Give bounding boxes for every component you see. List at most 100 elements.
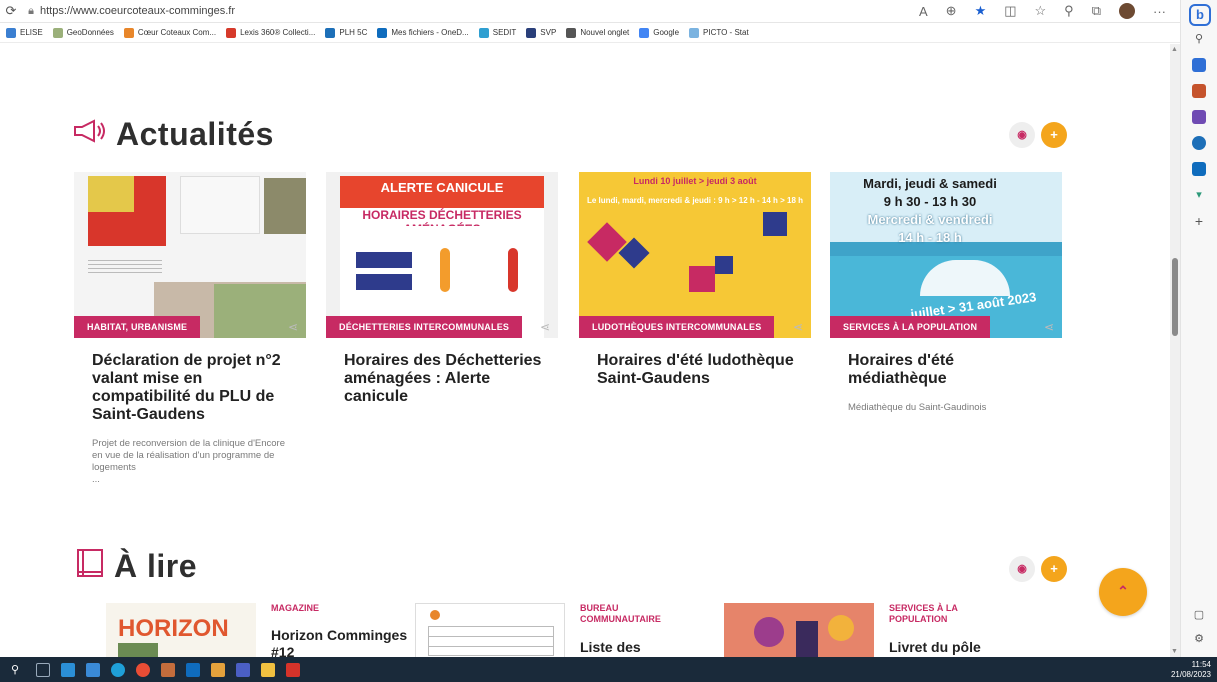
bookmark-icon [566, 27, 577, 38]
bookmark-label: Nouvel onglet [580, 28, 630, 37]
scroll-down-icon[interactable]: ▼ [1171, 648, 1178, 655]
bookmark-item[interactable]: Google [639, 27, 679, 38]
explorer-icon[interactable] [211, 662, 225, 677]
read-title[interactable]: Livret du pôle [889, 639, 1029, 656]
more-actualites-button[interactable]: + [1041, 122, 1067, 148]
bookmark-item[interactable]: Nouvel onglet [566, 27, 630, 38]
scroll-up-icon[interactable]: ▲ [1171, 46, 1178, 53]
url-field[interactable]: https://www.coeurcoteaux-comminges.fr [40, 5, 919, 17]
pdf-icon[interactable] [286, 662, 300, 677]
category-badge[interactable]: LUDOTHÈQUES INTERCOMMUNALES [579, 316, 775, 338]
office-icon[interactable] [1192, 136, 1206, 150]
tag-icon[interactable] [1192, 58, 1206, 72]
bookmark-item[interactable]: PLH 5C [325, 27, 368, 38]
news-thumbnail[interactable]: ALERTE CANICULE HORAIRES DÉCHETTERIES AM… [326, 172, 558, 338]
read-title[interactable]: Horizon Comminges #12 [271, 627, 411, 657]
page-scrollbar[interactable]: ▲ ▼ [1170, 44, 1180, 657]
news-thumbnail[interactable]: HABITAT, URBANISME ⋖ [74, 172, 306, 338]
news-card[interactable]: Mardi, jeudi & samedi 9 h 30 - 13 h 30 M… [830, 172, 1062, 414]
widgets-icon[interactable] [61, 662, 75, 677]
outlook-icon[interactable] [186, 662, 200, 677]
share-icon[interactable]: ⋖ [1044, 320, 1054, 334]
task-view-icon[interactable] [36, 662, 50, 677]
read-title[interactable]: Liste des [580, 639, 720, 656]
magazine-logo: HORIZON [118, 615, 229, 642]
share-icon[interactable]: ⋖ [793, 320, 803, 334]
bookmark-icon [123, 27, 134, 38]
bookmark-label: PLH 5C [339, 28, 368, 37]
bing-icon[interactable]: b [1189, 4, 1211, 26]
news-thumbnail[interactable]: Lundi 10 juillet > jeudi 3 août Le lundi… [579, 172, 811, 338]
briefcase-icon[interactable] [1192, 84, 1206, 98]
bookmark-item[interactable]: SEDIT [478, 27, 517, 38]
edge-icon[interactable] [111, 662, 125, 677]
refresh-icon[interactable]: ⟳ [0, 3, 22, 19]
clock-date: 21/08/2023 [1170, 670, 1211, 679]
actualites-header: Actualités [72, 116, 274, 153]
settings-gear-icon[interactable]: ⚙ [1192, 632, 1206, 646]
news-card[interactable]: Lundi 10 juillet > jeudi 3 août Le lundi… [579, 172, 811, 388]
news-thumbnail[interactable]: Mardi, jeudi & samedi 9 h 30 - 13 h 30 M… [830, 172, 1062, 338]
read-thumbnail[interactable] [724, 603, 874, 657]
news-title[interactable]: Horaires d'été médiathèque [830, 352, 1062, 388]
share-icon[interactable]: ⋖ [288, 320, 298, 334]
bookmark-item[interactable]: SVP [526, 27, 556, 38]
read-thumbnail[interactable] [415, 603, 565, 657]
search-icon[interactable]: ⚲ [11, 663, 25, 677]
share-icon[interactable]: ⋖ [540, 320, 550, 334]
teams-icon[interactable] [236, 662, 250, 677]
bookmark-icon [639, 27, 650, 38]
alire-actions: ◉ + [1009, 556, 1067, 582]
add-icon[interactable]: + [1192, 214, 1206, 228]
news-card[interactable]: ALERTE CANICULE HORAIRES DÉCHETTERIES AM… [326, 172, 558, 406]
sidebar-toggle-icon[interactable]: ▢ [1192, 608, 1206, 622]
news-title[interactable]: Déclaration de projet n°2 valant mise en… [74, 352, 306, 424]
bookmark-item[interactable]: Lexis 360® Collecti... [226, 27, 315, 38]
bookmark-label: PICTO - Stat [703, 28, 749, 37]
app-icon[interactable] [161, 662, 175, 677]
category-badge[interactable]: SERVICES À LA POPULATION [830, 316, 991, 338]
more-icon[interactable]: ··· [1153, 4, 1166, 19]
read-category: SERVICES À LA POPULATION [889, 603, 958, 624]
read-thumbnail[interactable]: HORIZON [106, 603, 256, 657]
bookmark-item[interactable]: Mes fichiers - OneD... [377, 27, 469, 38]
news-title[interactable]: Horaires des Déchetteries aménagées : Al… [326, 352, 558, 406]
bookmark-item[interactable]: ELISE [6, 27, 43, 38]
actualites-actions: ◉ + [1009, 122, 1067, 148]
bookmark-item[interactable]: PICTO - Stat [689, 27, 749, 38]
edge-sidebar: b ⚲ ▾ + ▢ ⚙ [1180, 0, 1217, 657]
bookmark-item[interactable]: GeoDonnées [52, 27, 114, 38]
extensions-icon[interactable]: ⚲ [1064, 3, 1074, 19]
category-badge[interactable]: HABITAT, URBANISME [74, 316, 201, 338]
search-icon[interactable]: ⚲ [1192, 32, 1206, 46]
favorite-star-icon[interactable]: ★ [975, 3, 987, 19]
system-clock[interactable]: 11:54 21/08/2023 [1171, 660, 1211, 680]
scroll-to-top-button[interactable]: ⌃ [1099, 568, 1147, 616]
split-screen-icon[interactable]: ◫ [1004, 3, 1016, 19]
chrome-icon[interactable] [136, 662, 150, 677]
bookmark-icon [478, 27, 489, 38]
mail-icon[interactable] [86, 662, 100, 677]
section-title-actualites: Actualités [116, 116, 274, 152]
news-card[interactable]: HABITAT, URBANISME ⋖ Déclaration de proj… [74, 172, 306, 486]
page-content: Actualités ◉ + HABITAT, URBANISME ⋖ Décl… [0, 44, 1170, 657]
read-aloud-icon[interactable]: A [919, 4, 928, 19]
lock-icon[interactable]: 🔒︎ [22, 5, 40, 18]
rss-icon[interactable]: ◉ [1009, 122, 1035, 148]
more-alire-button[interactable]: + [1041, 556, 1067, 582]
folder-icon[interactable] [261, 662, 275, 677]
bookmark-label: SEDIT [492, 28, 517, 37]
rss-icon[interactable]: ◉ [1009, 556, 1035, 582]
bookmark-icon [377, 27, 388, 38]
scrollbar-thumb[interactable] [1172, 258, 1178, 336]
zoom-icon[interactable]: ⊕ [946, 3, 957, 19]
category-badge[interactable]: DÉCHETTERIES INTERCOMMUNALES [326, 316, 523, 338]
collections-icon[interactable]: ⧉ [1092, 3, 1101, 19]
profile-avatar[interactable] [1119, 3, 1135, 19]
outlook-icon[interactable] [1192, 162, 1206, 176]
favorites-icon[interactable]: ☆ [1035, 3, 1047, 19]
games-icon[interactable] [1192, 110, 1206, 124]
drop-icon[interactable]: ▾ [1192, 188, 1206, 202]
news-title[interactable]: Horaires d'été ludothèque Saint-Gaudens [579, 352, 811, 388]
bookmark-item[interactable]: Cœur Coteaux Com... [123, 27, 216, 38]
